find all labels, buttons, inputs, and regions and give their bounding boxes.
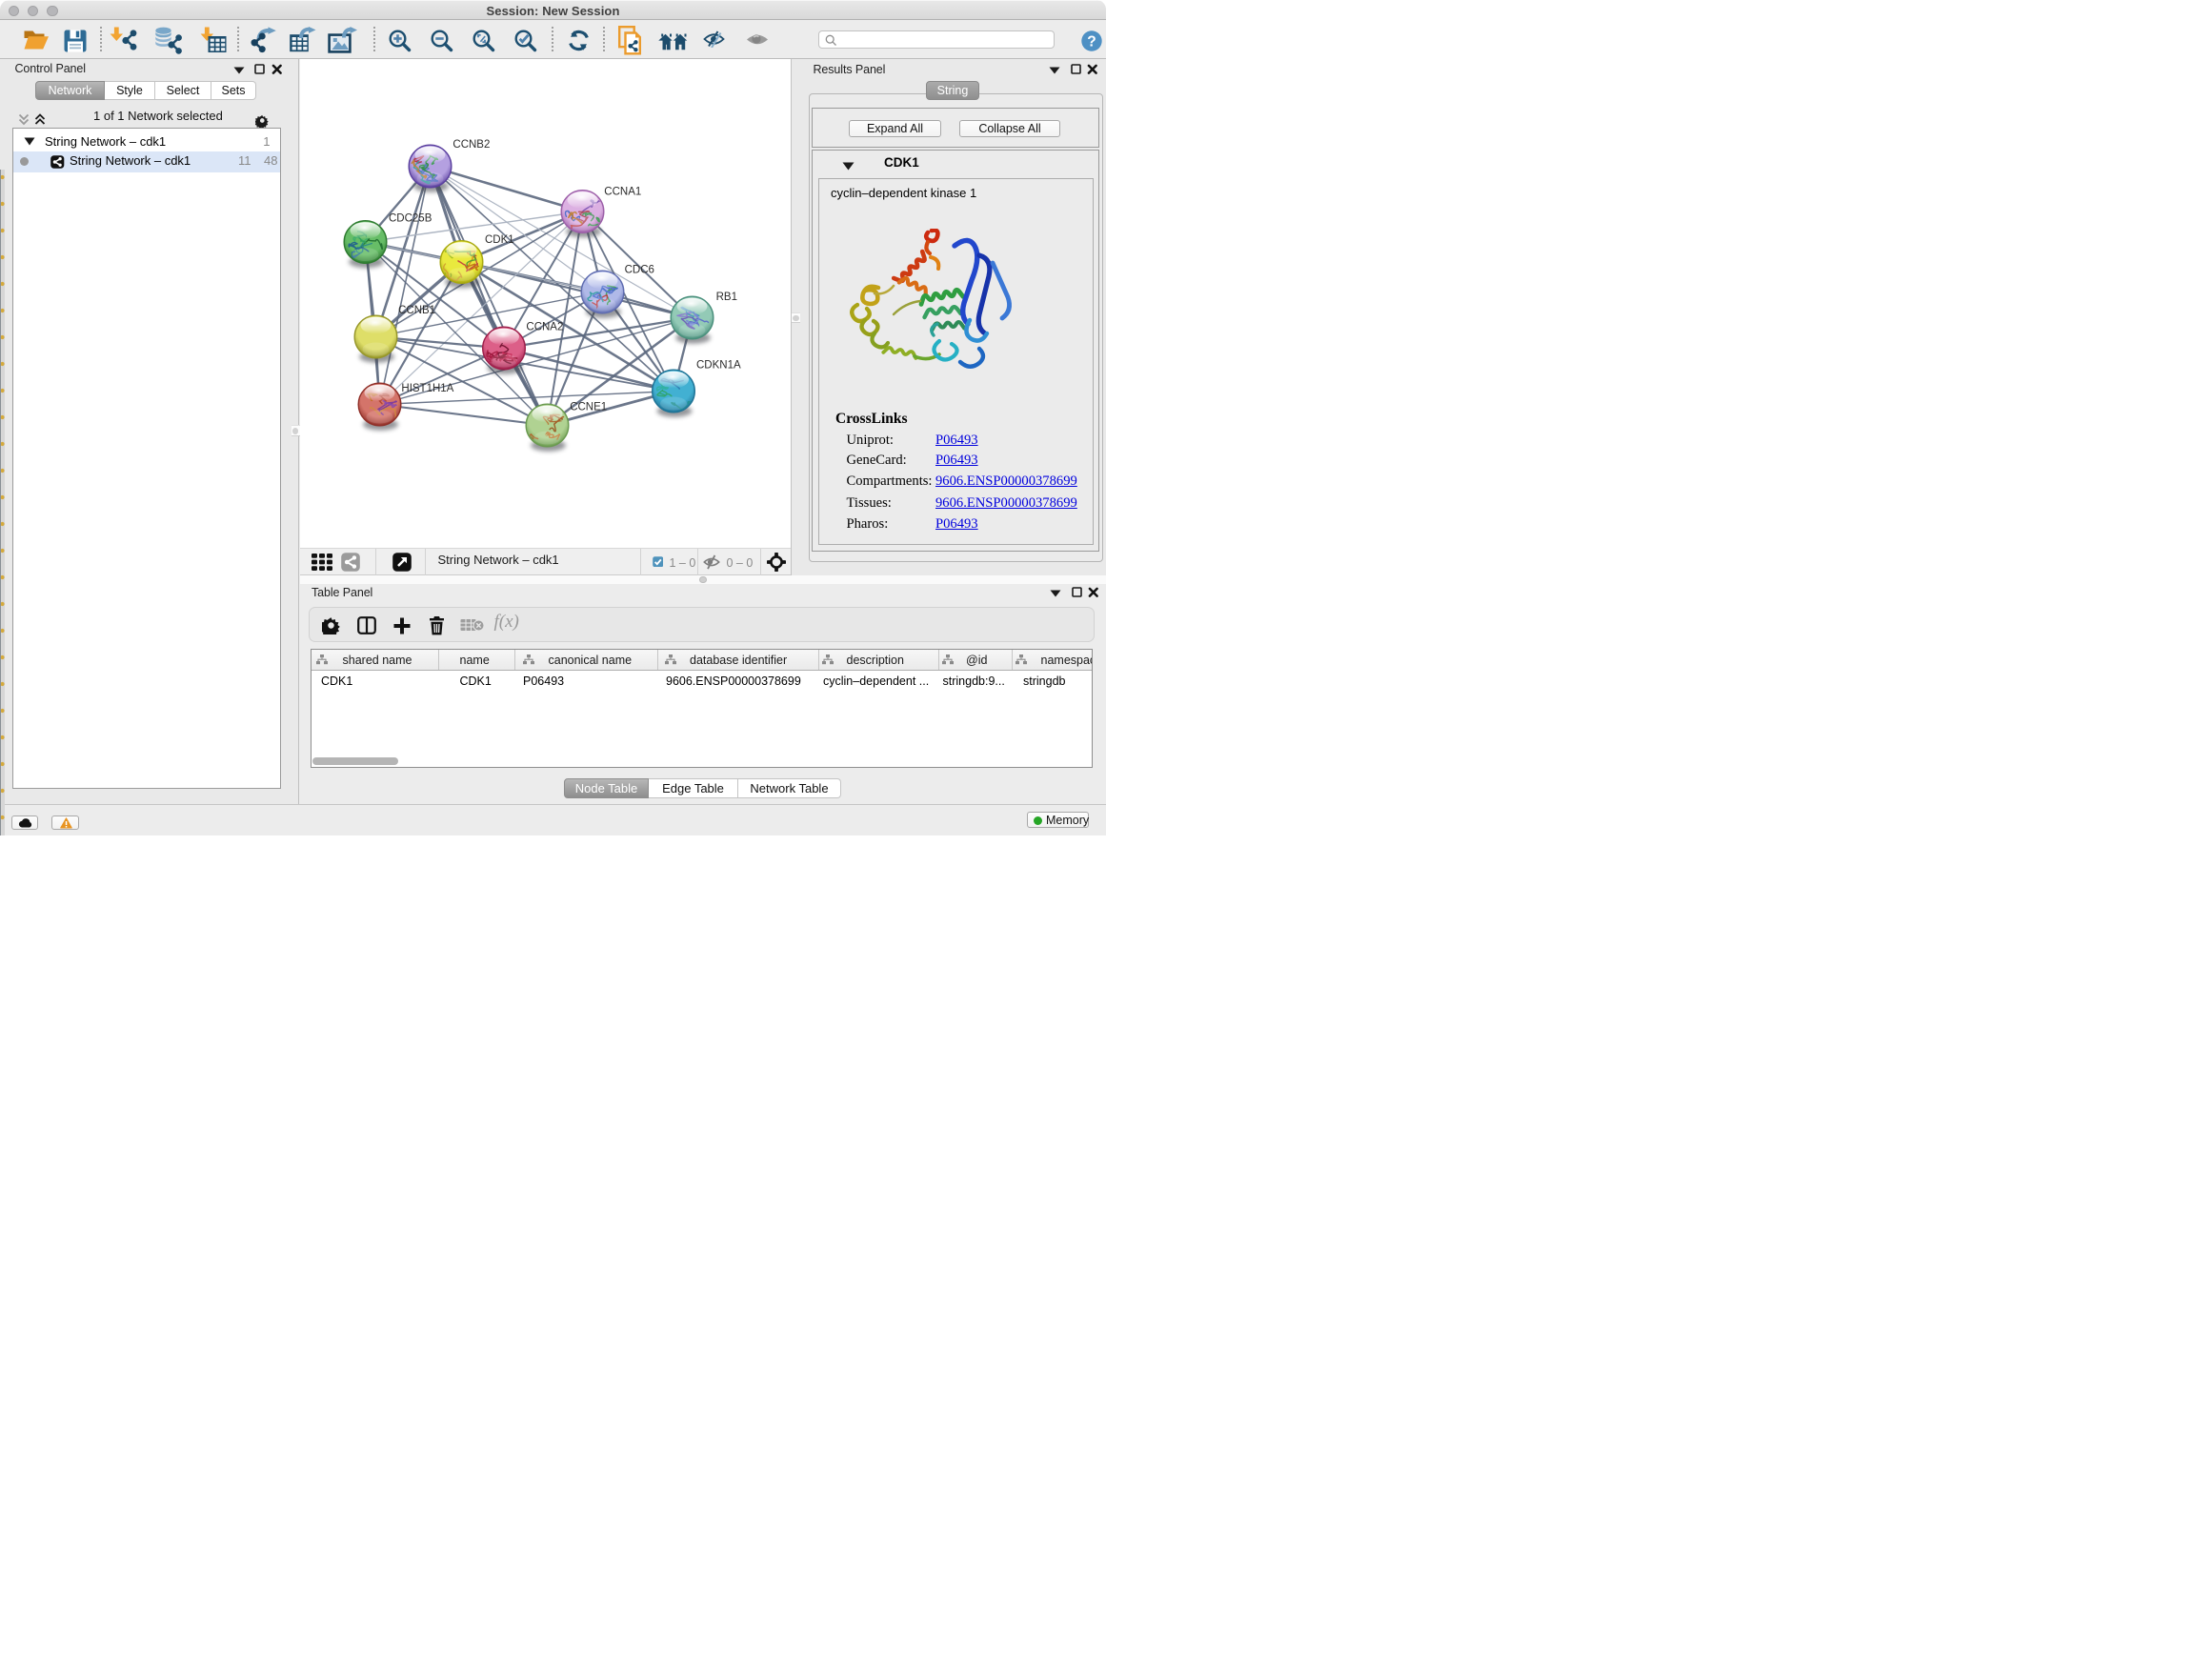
svg-text:CCNE1: CCNE1 xyxy=(570,402,607,413)
svg-text:HIST1H1A: HIST1H1A xyxy=(401,383,453,394)
svg-text:CCNB2: CCNB2 xyxy=(452,139,490,151)
svg-text:CCNA1: CCNA1 xyxy=(604,187,641,198)
svg-text:CDKN1A: CDKN1A xyxy=(696,360,741,372)
svg-text:?: ? xyxy=(1087,33,1096,50)
svg-text:CCNB1: CCNB1 xyxy=(398,305,435,316)
svg-text:CDC25B: CDC25B xyxy=(389,213,432,225)
svg-text:RB1: RB1 xyxy=(716,292,737,303)
svg-text:CDK1: CDK1 xyxy=(485,234,514,246)
svg-text:CDC6: CDC6 xyxy=(625,265,654,276)
svg-text:CCNA2: CCNA2 xyxy=(526,322,563,333)
